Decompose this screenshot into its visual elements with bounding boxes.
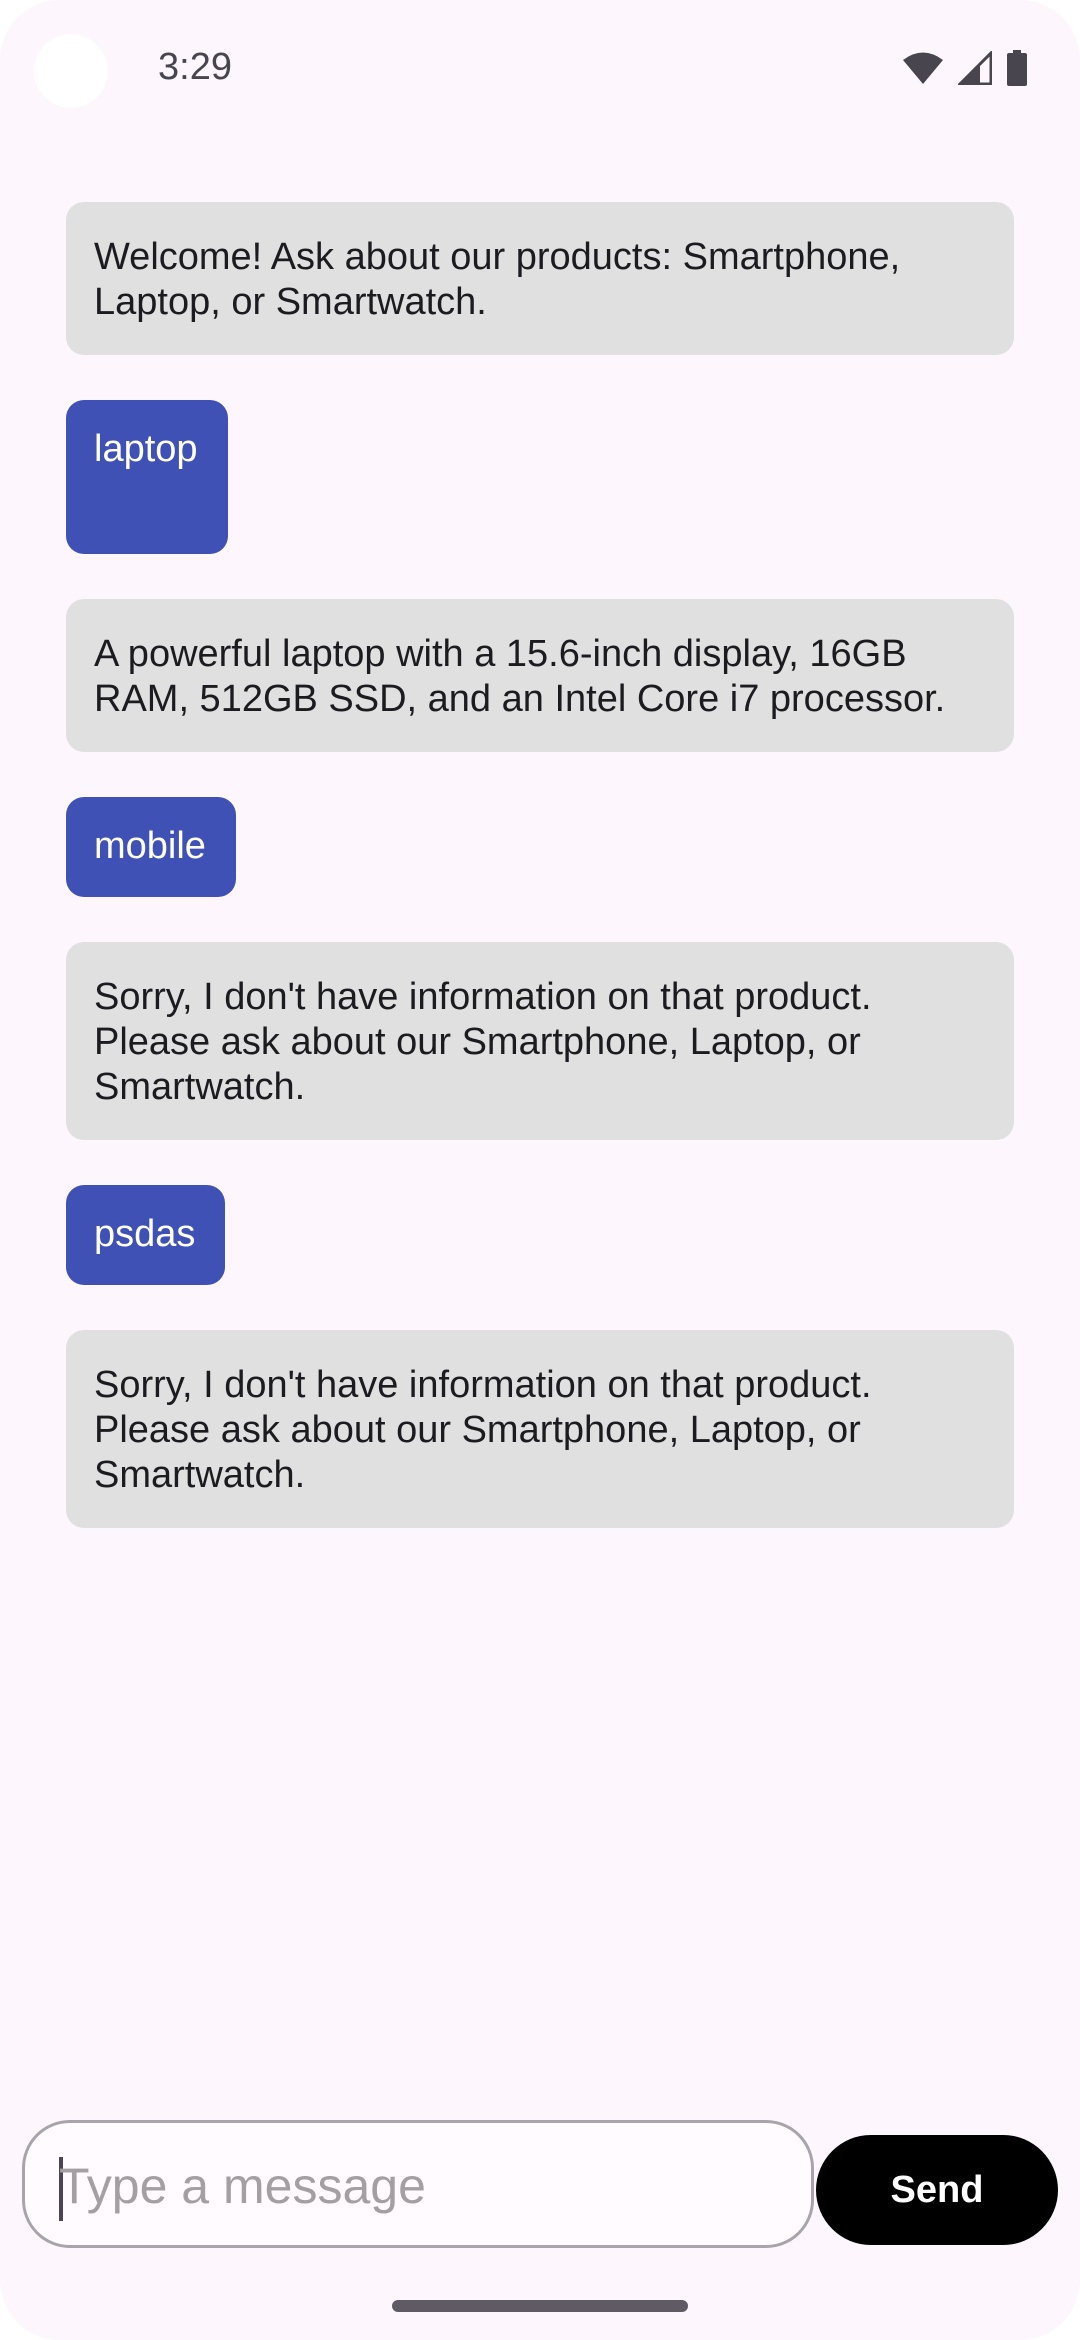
- bot-message: Welcome! Ask about our products: Smartph…: [66, 202, 1014, 355]
- user-message: psdas: [66, 1185, 226, 1285]
- bot-message: Sorry, I don't have information on that …: [66, 942, 1014, 1140]
- user-message: mobile: [66, 797, 236, 897]
- battery-icon: [1006, 50, 1028, 86]
- home-indicator[interactable]: [392, 2300, 688, 2312]
- send-button[interactable]: Send: [816, 2135, 1058, 2245]
- chat-screen: 3:29 Welcome! Ask about our products: Sm…: [0, 0, 1080, 2340]
- bot-message: Sorry, I don't have information on that …: [66, 1330, 1014, 1528]
- camera-cutout: [34, 34, 108, 108]
- status-bar: 3:29: [0, 0, 1080, 140]
- user-message: laptop: [66, 400, 228, 554]
- wifi-icon: [902, 51, 944, 85]
- status-time: 3:29: [158, 46, 232, 88]
- status-icons: [902, 50, 1028, 86]
- message-list: Welcome! Ask about our products: Smartph…: [66, 202, 1014, 1573]
- message-input[interactable]: [59, 2149, 779, 2223]
- signal-icon: [958, 51, 992, 85]
- bot-message: A powerful laptop with a 15.6-inch displ…: [66, 599, 1014, 752]
- message-input-container[interactable]: [22, 2120, 814, 2248]
